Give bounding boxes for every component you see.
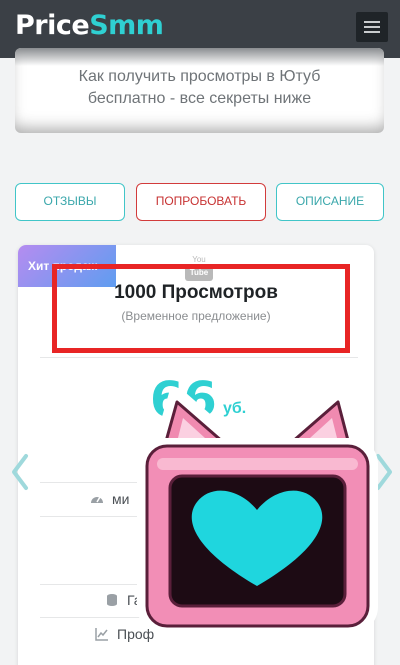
speedometer-icon: [91, 496, 103, 503]
logo-price: Price: [15, 10, 90, 41]
menu-bar-icon: [364, 31, 380, 33]
tab-reviews[interactable]: ОТЗЫВЫ: [15, 183, 125, 221]
feature-label: ми: [112, 491, 130, 507]
site-logo[interactable]: PriceSmm: [15, 10, 164, 41]
menu-bar-icon: [364, 21, 380, 23]
tab-try[interactable]: ПОПРОБОВАТЬ: [136, 183, 266, 221]
info-line-2: бесплатно - все секреты ниже: [87, 90, 312, 107]
info-line-1: Как получить просмотры в Ютуб: [78, 68, 321, 85]
cat-robot-mascot-sticker: [137, 390, 378, 633]
carousel-prev-icon[interactable]: [8, 452, 32, 492]
info-card: Как получить просмотры в Ютуб бесплатно …: [15, 48, 384, 133]
info-text: Как получить просмотры в Ютуб бесплатно …: [15, 66, 384, 110]
header-shadow: [15, 48, 384, 66]
divider: [40, 357, 358, 358]
red-highlight-frame: [52, 264, 350, 353]
database-icon: [107, 594, 117, 606]
youtube-icon-top: You: [192, 255, 206, 264]
menu-bar-icon: [364, 26, 380, 28]
logo-smm: Smm: [89, 10, 164, 41]
tab-description[interactable]: ОПИСАНИЕ: [276, 183, 384, 221]
feature-item: ми: [90, 491, 129, 507]
chart-icon: [95, 628, 108, 641]
hamburger-menu-button[interactable]: [356, 12, 388, 42]
